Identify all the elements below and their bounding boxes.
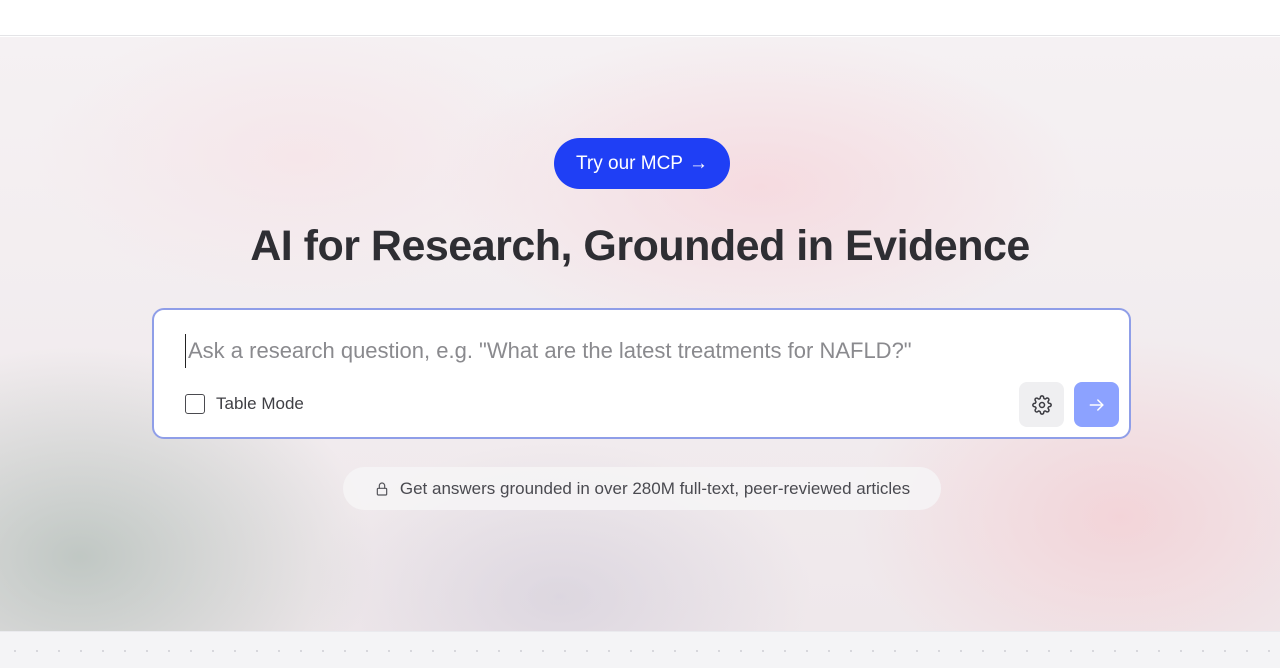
hero-section: Try our MCP → AI for Research, Grounded … xyxy=(0,37,1280,631)
page-title: AI for Research, Grounded in Evidence xyxy=(250,222,1030,270)
search-input[interactable] xyxy=(185,334,1085,368)
table-mode-checkbox[interactable] xyxy=(185,394,205,414)
try-mcp-button[interactable]: Try our MCP → xyxy=(554,138,730,189)
search-box: Table Mode xyxy=(152,308,1131,439)
submit-button[interactable] xyxy=(1074,382,1119,427)
info-badge: Get answers grounded in over 280M full-t… xyxy=(343,467,941,510)
try-mcp-label: Try our MCP xyxy=(576,152,683,174)
arrow-right-icon xyxy=(1089,398,1104,411)
table-mode-label: Table Mode xyxy=(216,394,304,413)
gear-icon xyxy=(1031,394,1052,415)
arrow-right-icon: → xyxy=(688,152,708,174)
info-text: Get answers grounded in over 280M full-t… xyxy=(399,478,911,498)
top-nav-bar xyxy=(0,0,1280,36)
settings-button[interactable] xyxy=(1019,382,1064,427)
table-mode-toggle[interactable]: Table Mode xyxy=(185,394,304,414)
dotted-section xyxy=(0,631,1280,668)
lock-icon xyxy=(376,481,388,496)
